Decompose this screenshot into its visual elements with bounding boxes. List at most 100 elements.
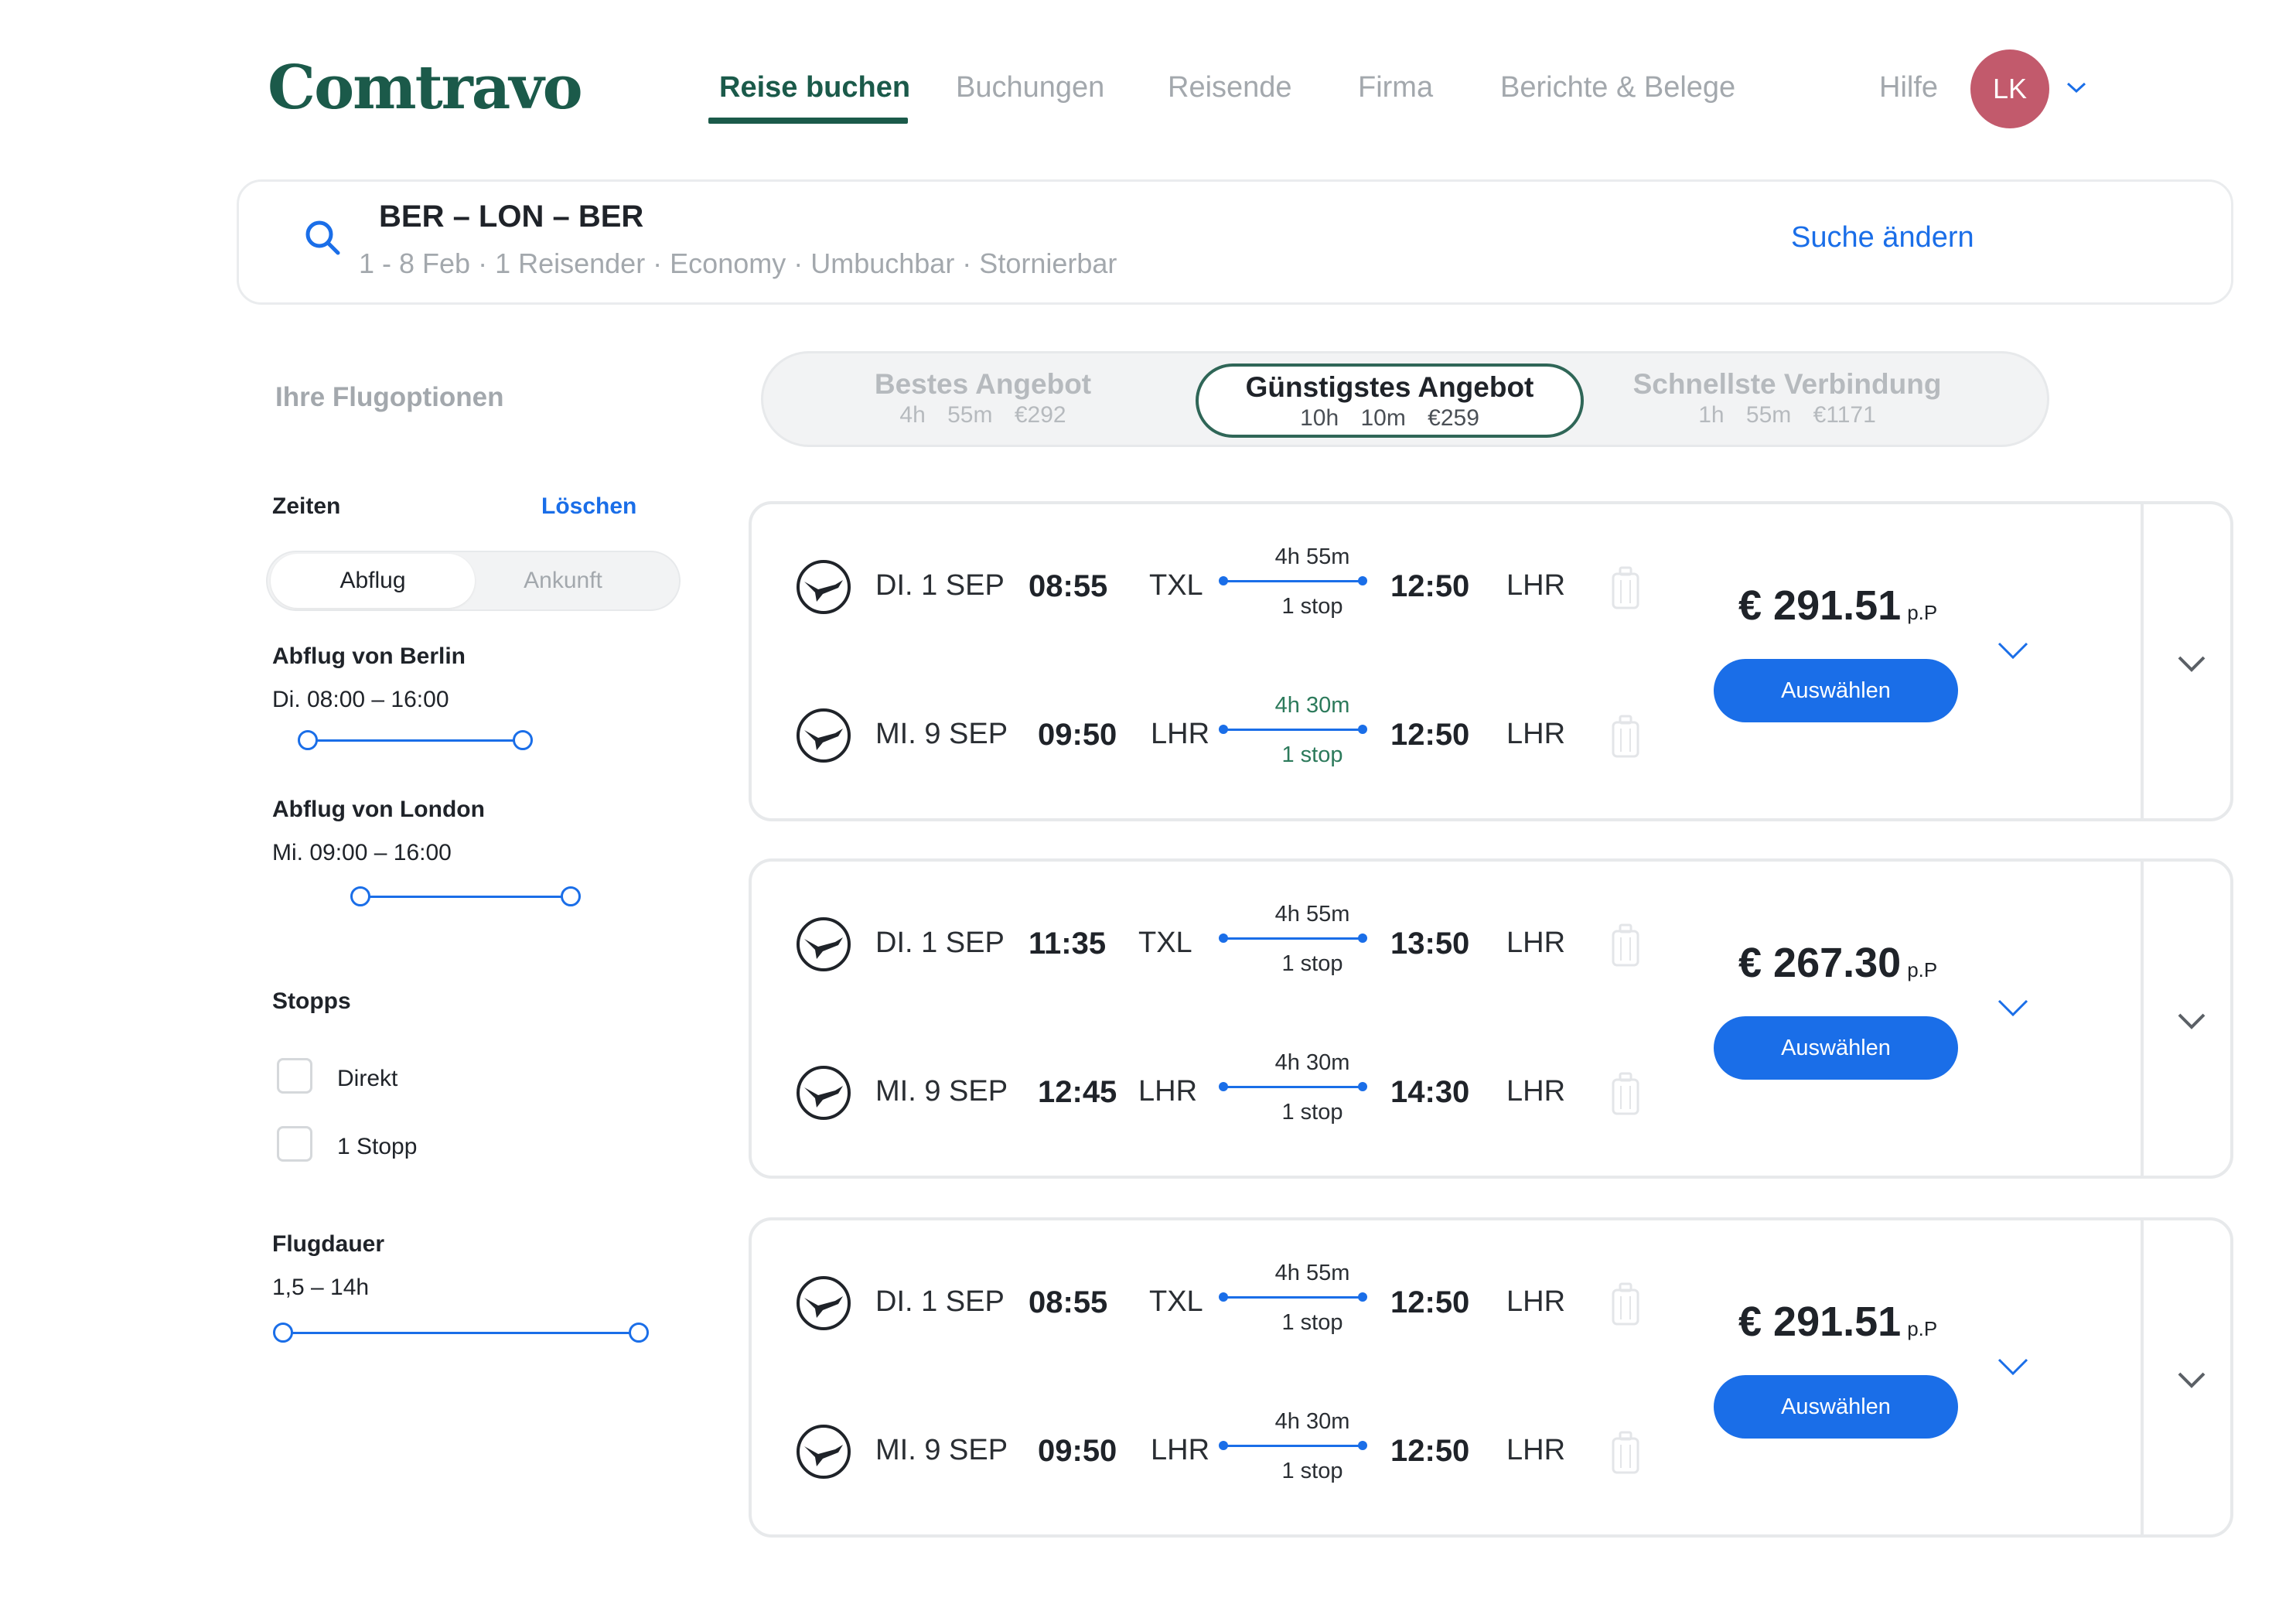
- chevron-down-icon[interactable]: [1997, 1357, 2029, 1378]
- segment-destination: LHR: [1506, 927, 1566, 959]
- segment-origin: LHR: [1151, 718, 1210, 750]
- segment-arrival-time: 13:50: [1390, 927, 1470, 961]
- segment-stops: 1 stop: [1281, 1459, 1343, 1483]
- avatar-initials: LK: [1992, 73, 2028, 104]
- duration-slider-handle-min[interactable]: [273, 1323, 293, 1343]
- checkbox-direkt[interactable]: [277, 1058, 312, 1094]
- card-divider: [2141, 504, 2144, 818]
- checkbox-1-stopp-label[interactable]: 1 Stopp: [337, 1134, 417, 1160]
- segment-arrival-time: 12:50: [1390, 1285, 1470, 1319]
- segment-duration: 4h 55m: [1274, 1261, 1350, 1285]
- segment-outbound: DI. 1 SEP 08:55 TXL 4h 55m 1 stop 12:50 …: [752, 1261, 1757, 1346]
- segment-duration: 4h 30m: [1274, 693, 1350, 718]
- segment-arrival-time: 12:50: [1390, 569, 1470, 603]
- segment-duration: 4h 55m: [1274, 544, 1350, 569]
- select-button[interactable]: Auswählen: [1714, 1016, 1958, 1080]
- sort-tab-fastest[interactable]: Schnellste Verbindung 1h 55m €1171: [1593, 363, 1981, 438]
- segment-origin: LHR: [1138, 1075, 1198, 1108]
- search-icon: [305, 220, 340, 255]
- result-card[interactable]: DI. 1 SEP 11:35 TXL 4h 55m 1 stop 13:50 …: [749, 858, 2233, 1179]
- sort-tab-best[interactable]: Bestes Angebot 4h 55m €292: [789, 363, 1177, 438]
- filter-stops-label: Stopps: [272, 988, 351, 1014]
- filter-london-label: Abflug von London: [272, 797, 485, 822]
- sort-tab-label: Bestes Angebot: [874, 368, 1092, 400]
- segment-origin: LHR: [1151, 1434, 1210, 1466]
- checkbox-direkt-label[interactable]: Direkt: [337, 1066, 397, 1092]
- segment-origin: TXL: [1138, 927, 1192, 959]
- toggle-abflug[interactable]: Abflug: [271, 554, 475, 608]
- london-slider-handle-max[interactable]: [561, 886, 581, 906]
- chevron-down-icon[interactable]: [2176, 648, 2207, 679]
- avatar[interactable]: LK: [1970, 49, 2049, 128]
- chevron-down-icon[interactable]: [2176, 1364, 2207, 1395]
- clear-filters-link[interactable]: Löschen: [541, 493, 636, 520]
- segment-duration: 4h 30m: [1274, 1409, 1350, 1434]
- duration-slider-handle-max[interactable]: [629, 1323, 649, 1343]
- price: € 291.51 p.P: [1738, 582, 1937, 630]
- nav-buchungen[interactable]: Buchungen: [956, 71, 1104, 104]
- nav-hilfe[interactable]: Hilfe: [1879, 71, 1938, 104]
- nav-reisende[interactable]: Reisende: [1168, 71, 1292, 104]
- chevron-down-icon[interactable]: [2176, 1005, 2207, 1036]
- sort-tab-cheapest[interactable]: Günstigstes Angebot 10h 10m €259: [1196, 363, 1584, 438]
- card-divider: [2141, 862, 2144, 1176]
- chevron-down-icon[interactable]: [2063, 74, 2090, 101]
- segment-route-line: [1219, 576, 1367, 585]
- filter-berlin-range: Di. 08:00 – 16:00: [272, 687, 449, 712]
- segment-route-line: [1219, 1441, 1367, 1450]
- segment-stops: 1 stop: [1281, 1310, 1343, 1335]
- filter-times-label: Zeiten: [272, 493, 341, 519]
- segment-arrival-time: 12:50: [1390, 718, 1470, 752]
- airline-logo-icon: [797, 560, 851, 614]
- segment-arrival-time: 14:30: [1390, 1075, 1470, 1109]
- chevron-down-icon[interactable]: [1997, 998, 2029, 1019]
- airline-logo-icon: [797, 917, 851, 971]
- segment-date: MI. 9 SEP: [875, 1075, 1008, 1108]
- luggage-icon: [1612, 1282, 1639, 1326]
- segment-departure-time: 08:55: [1029, 569, 1108, 603]
- toggle-ankunft[interactable]: Ankunft: [461, 554, 665, 608]
- london-slider-track[interactable]: [360, 896, 571, 898]
- filter-duration-range: 1,5 – 14h: [272, 1275, 370, 1300]
- luggage-icon: [1612, 1431, 1639, 1474]
- segment-inbound: MI. 9 SEP 09:50 LHR 4h 30m 1 stop 12:50 …: [752, 693, 1757, 778]
- airline-logo-icon: [797, 708, 851, 763]
- checkbox-1-stopp[interactable]: [277, 1126, 312, 1162]
- segment-departure-time: 11:35: [1029, 927, 1107, 961]
- result-card[interactable]: DI. 1 SEP 08:55 TXL 4h 55m 1 stop 12:50 …: [749, 501, 2233, 821]
- select-button[interactable]: Auswählen: [1714, 1375, 1958, 1439]
- duration-slider-track[interactable]: [283, 1332, 639, 1334]
- luggage-icon: [1612, 923, 1639, 967]
- segment-date: DI. 1 SEP: [875, 569, 1005, 602]
- london-slider-handle-min[interactable]: [350, 886, 370, 906]
- price: € 291.51 p.P: [1738, 1298, 1937, 1346]
- segment-origin: TXL: [1149, 1285, 1203, 1318]
- price-value: € 291.51: [1738, 582, 1902, 629]
- logo[interactable]: Comtravo: [268, 53, 583, 123]
- berlin-slider-track[interactable]: [308, 739, 523, 742]
- sort-tab-sub: 4h 55m €292: [899, 402, 1066, 428]
- change-search-link[interactable]: Suche ändern: [1791, 221, 1974, 254]
- search-meta: 1 - 8 Feb · 1 Reisender · Economy · Umbu…: [359, 247, 1117, 279]
- nav-firma[interactable]: Firma: [1358, 71, 1433, 104]
- select-button[interactable]: Auswählen: [1714, 659, 1958, 722]
- nav-berichte-belege[interactable]: Berichte & Belege: [1500, 71, 1735, 104]
- chevron-down-icon[interactable]: [1997, 640, 2029, 662]
- berlin-slider-handle-min[interactable]: [298, 730, 318, 750]
- filter-london-range: Mi. 09:00 – 16:00: [272, 840, 452, 865]
- berlin-slider-handle-max[interactable]: [513, 730, 533, 750]
- segment-destination: LHR: [1506, 1285, 1566, 1318]
- segment-departure-time: 09:50: [1038, 1434, 1117, 1468]
- segment-destination: LHR: [1506, 569, 1566, 602]
- segment-origin: TXL: [1149, 569, 1203, 602]
- luggage-icon: [1612, 1072, 1639, 1115]
- airline-logo-icon: [797, 1066, 851, 1120]
- nav-reise-buchen[interactable]: Reise buchen: [719, 71, 910, 104]
- price-per-person: p.P: [1907, 1317, 1938, 1340]
- filter-duration-label: Flugdauer: [272, 1231, 385, 1257]
- price: € 267.30 p.P: [1738, 939, 1937, 987]
- result-card[interactable]: DI. 1 SEP 08:55 TXL 4h 55m 1 stop 12:50 …: [749, 1217, 2233, 1538]
- segment-route-line: [1219, 725, 1367, 734]
- segment-date: MI. 9 SEP: [875, 718, 1008, 750]
- segment-route-line: [1219, 1292, 1367, 1302]
